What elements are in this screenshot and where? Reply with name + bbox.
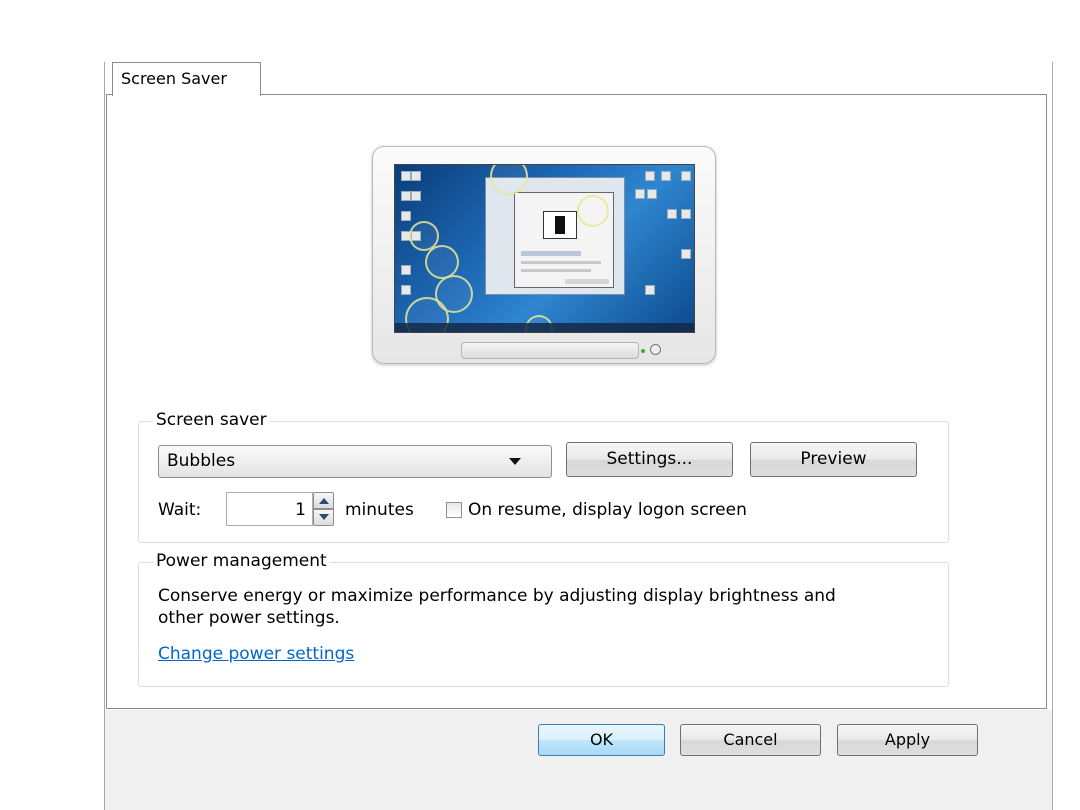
window-edge-left [104,62,105,810]
apply-button[interactable]: Apply [837,724,978,756]
chevron-down-icon[interactable] [509,458,521,465]
desktop-icon [401,265,411,275]
screen-saver-legend: Screen saver [153,410,270,430]
window-edge-right [1052,62,1053,810]
desktop-icon [411,191,421,201]
power-description: Conserve energy or maximize performance … [158,586,836,628]
monitor-base-bar [461,342,639,359]
preview-dialog-monitor [543,211,577,239]
desktop-icon [645,171,655,181]
preview-dialog-buttons [565,279,609,284]
desktop-icon [647,189,657,199]
preview-dialog-screen [555,216,565,234]
preview-dialog-line [521,261,601,264]
resume-logon-label[interactable]: On resume, display logon screen [468,500,747,520]
power-management-legend: Power management [153,551,330,571]
desktop-icon [401,285,411,295]
change-power-settings-link[interactable]: Change power settings [158,644,354,664]
preview-dialog-line [521,251,581,256]
desktop-icon [401,191,411,201]
spin-up-icon[interactable] [313,492,334,509]
desktop-icon [401,211,411,221]
monitor-screen [394,164,695,333]
wait-spinner[interactable] [313,492,334,526]
desktop-icon [411,171,421,181]
monitor-preview-icon [372,146,716,364]
preview-taskbar [395,323,694,332]
desktop-icon [635,189,645,199]
desktop-icon [645,285,655,295]
cancel-button[interactable]: Cancel [680,724,821,756]
desktop-icon [681,171,691,181]
resume-logon-checkbox[interactable] [446,502,462,518]
power-button-icon [650,344,661,355]
bubble [425,245,459,279]
spin-down-icon[interactable] [313,509,334,526]
preview-dialog-line [521,269,591,272]
preview-button[interactable]: Preview [750,442,917,477]
power-led-icon [641,349,645,353]
bubble [577,195,609,227]
desktop-icon [667,209,677,219]
wait-minutes-input[interactable]: 1 [226,492,313,526]
desktop-icon [681,249,691,259]
desktop-icon [681,209,691,219]
minutes-label: minutes [345,500,414,520]
screensaver-select[interactable]: Bubbles [158,445,552,478]
settings-button[interactable]: Settings... [566,442,733,477]
ok-button[interactable]: OK [538,724,665,756]
tab-screen-saver[interactable]: Screen Saver [112,62,261,96]
desktop-icon [401,171,411,181]
desktop-icon [661,171,671,181]
wait-label: Wait: [158,500,202,520]
